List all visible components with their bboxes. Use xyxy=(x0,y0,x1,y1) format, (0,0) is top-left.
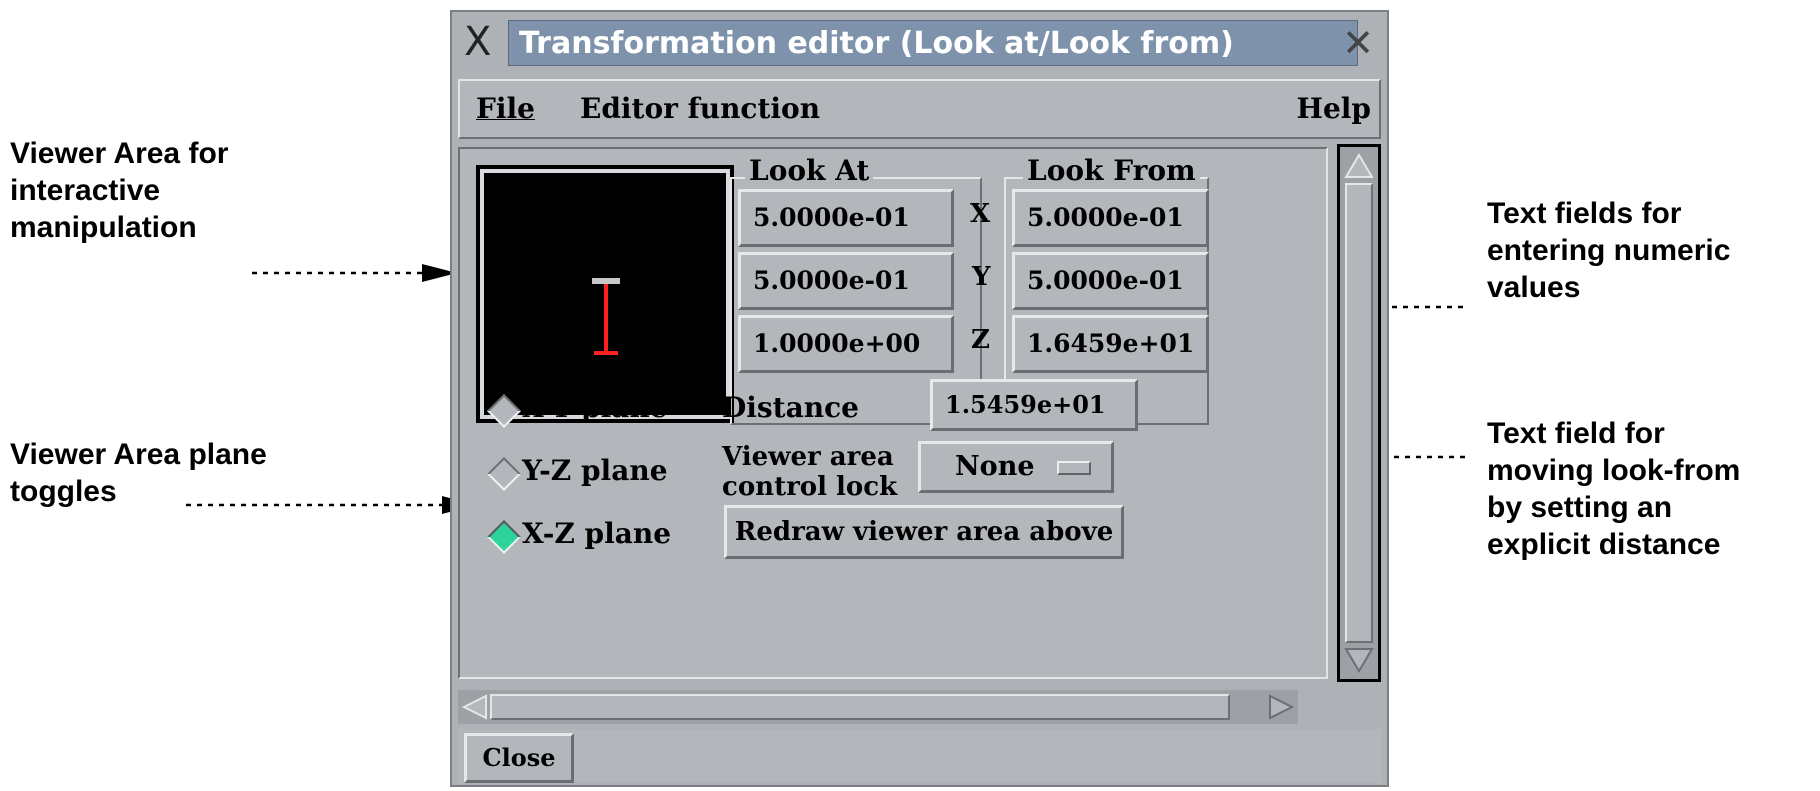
axis-label-y: Y xyxy=(972,262,991,292)
menu-help[interactable]: Help xyxy=(1297,93,1371,125)
xz-plane-toggle[interactable] xyxy=(487,520,521,554)
control-lock-label-line2: control lock xyxy=(722,472,898,502)
scroll-down-icon[interactable] xyxy=(1340,645,1378,675)
scroll-right-icon[interactable] xyxy=(1266,690,1296,724)
distance-label: Distance xyxy=(722,391,859,424)
redraw-viewer-button[interactable]: Redraw viewer area above xyxy=(724,505,1124,559)
axis-label-x: X xyxy=(970,199,991,229)
transformation-editor-window: X Transformation editor (Look at/Look fr… xyxy=(450,10,1389,787)
vertical-scroll-thumb[interactable] xyxy=(1345,183,1373,643)
annotation-line: Text field for xyxy=(1487,417,1665,450)
annotation-line: entering numeric xyxy=(1487,234,1731,267)
annotation-line: interactive xyxy=(10,174,161,207)
annotation-line: moving look-from xyxy=(1487,454,1741,487)
annotation-line: Text fields for xyxy=(1487,197,1682,230)
scroll-left-icon[interactable] xyxy=(460,690,490,724)
title-bar[interactable]: X Transformation editor (Look at/Look fr… xyxy=(456,16,1383,70)
x-logo-icon: X xyxy=(464,19,492,65)
look-at-z-field[interactable]: 1.0000e+00 xyxy=(738,315,954,373)
annotation-line: values xyxy=(1487,271,1581,304)
look-from-z-field[interactable]: 1.6459e+01 xyxy=(1012,315,1209,373)
menu-editor-function[interactable]: Editor function xyxy=(580,93,820,125)
close-icon[interactable]: ✕ xyxy=(1339,24,1377,62)
control-lock-value: None xyxy=(955,451,1035,482)
annotation-line: explicit distance xyxy=(1487,528,1721,561)
look-from-x-field[interactable]: 5.0000e-01 xyxy=(1012,189,1209,247)
close-button[interactable]: Close xyxy=(464,733,574,783)
vertical-scrollbar[interactable] xyxy=(1337,144,1381,682)
control-lock-option-menu[interactable]: None xyxy=(918,441,1114,493)
annotation-line: by setting an xyxy=(1487,491,1673,524)
distance-field[interactable]: 1.5459e+01 xyxy=(930,379,1138,431)
editor-panel: Look At 5.0000e-01 5.0000e-01 1.0000e+00… xyxy=(458,147,1328,679)
annotation-text-fields: Text fields for entering numeric values xyxy=(1487,195,1730,306)
view-axis-indicator xyxy=(592,278,620,355)
look-at-x-field[interactable]: 5.0000e-01 xyxy=(738,189,954,247)
horizontal-scroll-thumb[interactable] xyxy=(490,694,1230,720)
horizontal-scrollbar[interactable] xyxy=(458,690,1298,724)
xy-plane-label: X-Y plane xyxy=(522,391,668,424)
yz-plane-toggle[interactable] xyxy=(487,457,521,491)
look-from-label: Look From xyxy=(1023,155,1200,187)
annotation-distance-field: Text field for moving look-from by setti… xyxy=(1487,415,1740,563)
look-from-y-field[interactable]: 5.0000e-01 xyxy=(1012,252,1209,310)
annotation-line: toggles xyxy=(10,475,117,508)
annotation-plane-toggles: Viewer Area plane toggles xyxy=(10,436,267,510)
look-at-y-field[interactable]: 5.0000e-01 xyxy=(738,252,954,310)
yz-plane-label: Y-Z plane xyxy=(522,454,668,487)
xz-plane-label: X-Z plane xyxy=(522,517,672,550)
window-title: Transformation editor (Look at/Look from… xyxy=(508,20,1358,66)
viewer-area[interactable] xyxy=(476,165,734,423)
annotation-line: Viewer Area for xyxy=(10,137,229,170)
dialog-action-area: Close xyxy=(458,729,1381,783)
option-menu-indicator-icon xyxy=(1057,461,1091,475)
scroll-up-icon[interactable] xyxy=(1340,151,1378,181)
menu-bar: File Editor function Help xyxy=(458,79,1381,139)
control-lock-label-line1: Viewer area xyxy=(722,442,894,472)
annotation-viewer-area: Viewer Area for interactive manipulation xyxy=(10,135,228,246)
look-at-label: Look At xyxy=(745,155,874,187)
annotation-line: Viewer Area plane xyxy=(10,438,267,471)
menu-file[interactable]: File xyxy=(476,93,535,125)
axis-label-z: Z xyxy=(971,325,990,355)
annotation-line: manipulation xyxy=(10,211,197,244)
